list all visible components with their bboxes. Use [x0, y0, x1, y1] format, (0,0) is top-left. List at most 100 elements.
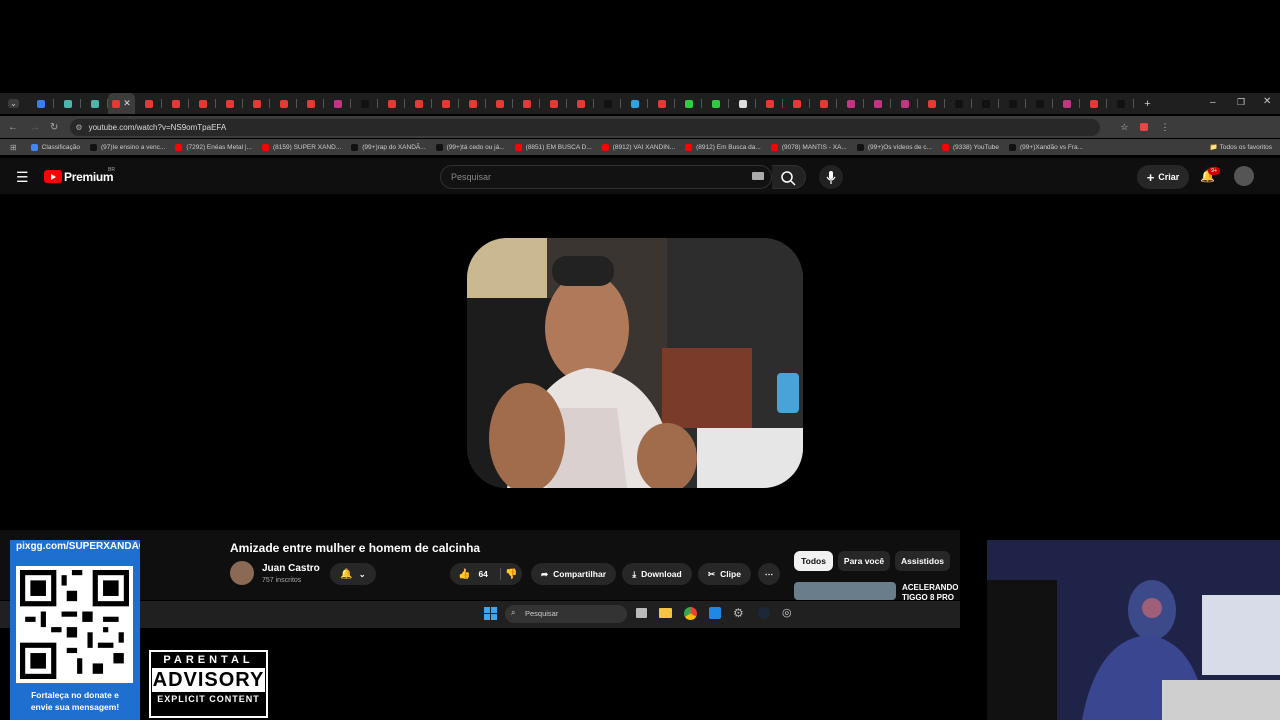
browser-tab[interactable]: [621, 93, 648, 114]
browser-tab[interactable]: [756, 93, 783, 114]
star-icon[interactable]: ☆: [1120, 122, 1128, 133]
browser-tab[interactable]: [27, 93, 54, 114]
bookmark-item[interactable]: Classificação: [30, 143, 80, 151]
browser-tab[interactable]: [567, 93, 594, 114]
create-button[interactable]: + Criar: [1137, 165, 1189, 189]
browser-tab[interactable]: [189, 93, 216, 114]
close-tab-icon[interactable]: ✕: [123, 98, 131, 109]
bookmark-item[interactable]: (97)Ie ensino a venc...: [90, 143, 165, 151]
browser-tab[interactable]: [1107, 93, 1134, 114]
chrome-icon[interactable]: [684, 607, 697, 620]
bookmark-item[interactable]: (8912) VAI XANDIN...: [601, 143, 675, 151]
keyboard-icon[interactable]: [752, 172, 764, 180]
browser-tab[interactable]: [459, 93, 486, 114]
like-button[interactable]: 👍 64 👎: [450, 563, 522, 585]
tab-search-icon[interactable]: ⌄: [0, 93, 27, 114]
hamburger-menu-icon[interactable]: ☰: [16, 169, 29, 186]
browser-tab[interactable]: [405, 93, 432, 114]
browser-tab[interactable]: [945, 93, 972, 114]
youtube-logo-icon[interactable]: [44, 170, 62, 183]
steam-icon[interactable]: [758, 607, 770, 619]
browser-tab[interactable]: [351, 93, 378, 114]
recommendation-title[interactable]: ACELERANDO TIGGO 8 PRO 2: [902, 583, 958, 601]
browser-tab[interactable]: [486, 93, 513, 114]
back-icon[interactable]: ←: [8, 122, 18, 133]
all-favorites[interactable]: 📁 Todos os favoritos: [1210, 143, 1272, 151]
browser-tab[interactable]: [135, 93, 162, 114]
bookmark-item[interactable]: (8159) SUPER XAND...: [261, 143, 341, 151]
browser-tab[interactable]: [837, 93, 864, 114]
browser-tab[interactable]: [324, 93, 351, 114]
channel-avatar[interactable]: [230, 561, 254, 585]
site-info-icon[interactable]: ⚙: [75, 123, 82, 132]
bookmark-item[interactable]: (99+)tá cedo ou já...: [435, 143, 505, 151]
browser-tab[interactable]: [216, 93, 243, 114]
browser-tab[interactable]: [999, 93, 1026, 114]
subscription-bell-button[interactable]: 🔔 ⌄: [330, 563, 376, 585]
browser-tab[interactable]: [162, 93, 189, 114]
browser-tab[interactable]: [729, 93, 756, 114]
voice-search-button[interactable]: [819, 165, 843, 189]
bookmark-item[interactable]: (99+)Xandão vs Fra...: [1009, 143, 1083, 151]
extension-icon[interactable]: [1140, 123, 1149, 131]
channel-name[interactable]: Juan Castro: [262, 563, 320, 574]
search-button[interactable]: [772, 165, 806, 189]
bookmark-item[interactable]: (99+)Os vídeos de c...: [856, 143, 932, 151]
browser-tab[interactable]: [270, 93, 297, 114]
browser-tab[interactable]: [513, 93, 540, 114]
forward-icon[interactable]: →: [30, 122, 40, 133]
browser-tab[interactable]: [675, 93, 702, 114]
settings-gear-icon[interactable]: ⚙: [733, 606, 744, 620]
youtube-search-input[interactable]: Pesquisar: [440, 165, 772, 189]
browser-tab[interactable]: ✕: [108, 93, 135, 114]
browser-tab[interactable]: [864, 93, 891, 114]
browser-tab[interactable]: [378, 93, 405, 114]
app-icon[interactable]: [709, 607, 721, 619]
bookmark-item[interactable]: (8912) Em Busca da...: [685, 143, 761, 151]
avatar[interactable]: [1234, 166, 1254, 186]
browser-tab[interactable]: [432, 93, 459, 114]
minimize-icon[interactable]: –: [1210, 97, 1216, 108]
browser-tab[interactable]: [1053, 93, 1080, 114]
clip-button[interactable]: ✂ Clipe: [698, 563, 751, 585]
filter-chip-all[interactable]: Todos: [794, 551, 833, 571]
browser-tab[interactable]: [1026, 93, 1053, 114]
browser-tab[interactable]: [810, 93, 837, 114]
menu-kebab-icon[interactable]: ⋮: [1160, 122, 1169, 133]
browser-tab[interactable]: [54, 93, 81, 114]
filter-chip-watched[interactable]: Assistidos: [895, 551, 950, 571]
maximize-icon[interactable]: ❐: [1237, 97, 1245, 108]
omnibox[interactable]: ⚙ youtube.com/watch?v=NS9omTpaEFA: [70, 118, 1101, 136]
browser-tab[interactable]: [891, 93, 918, 114]
bookmark-item[interactable]: (9338) YouTube: [941, 143, 999, 151]
browser-tab[interactable]: [297, 93, 324, 114]
more-actions-button[interactable]: ⋯: [758, 563, 780, 585]
share-button[interactable]: ➦ Compartilhar: [531, 563, 616, 585]
close-window-icon[interactable]: ✕: [1263, 96, 1271, 107]
browser-tab[interactable]: [594, 93, 621, 114]
apps-grid-icon[interactable]: ⊞: [10, 143, 17, 152]
browser-tab[interactable]: [783, 93, 810, 114]
thumbs-down-icon[interactable]: 👎: [505, 569, 517, 580]
bookmark-item[interactable]: (8851) EM BUSCA D...: [514, 143, 592, 151]
browser-tab[interactable]: [972, 93, 999, 114]
browser-tab[interactable]: [540, 93, 567, 114]
discord-icon[interactable]: ◎: [782, 606, 792, 619]
browser-tab[interactable]: [918, 93, 945, 114]
download-button[interactable]: ⤓ Download: [622, 563, 692, 585]
reload-icon[interactable]: ↻: [50, 122, 58, 133]
bookmark-item[interactable]: (99+)rap do XANDÃ...: [351, 143, 426, 151]
video-player[interactable]: [467, 238, 803, 488]
browser-tab[interactable]: [81, 93, 108, 114]
browser-tab[interactable]: [702, 93, 729, 114]
filter-chip-for-you[interactable]: Para você: [838, 551, 890, 571]
bookmark-item[interactable]: (9078) MANTIS - XA...: [770, 143, 847, 151]
browser-tab[interactable]: [243, 93, 270, 114]
taskbar-search-input[interactable]: Pesquisar: [505, 605, 627, 623]
browser-tab[interactable]: [1080, 93, 1107, 114]
task-view-icon[interactable]: [636, 608, 647, 618]
browser-tab[interactable]: [648, 93, 675, 114]
file-explorer-icon[interactable]: [659, 608, 672, 618]
new-tab-button[interactable]: +: [1134, 93, 1161, 114]
bookmark-item[interactable]: (7292) Enéas Metal |...: [175, 143, 252, 151]
